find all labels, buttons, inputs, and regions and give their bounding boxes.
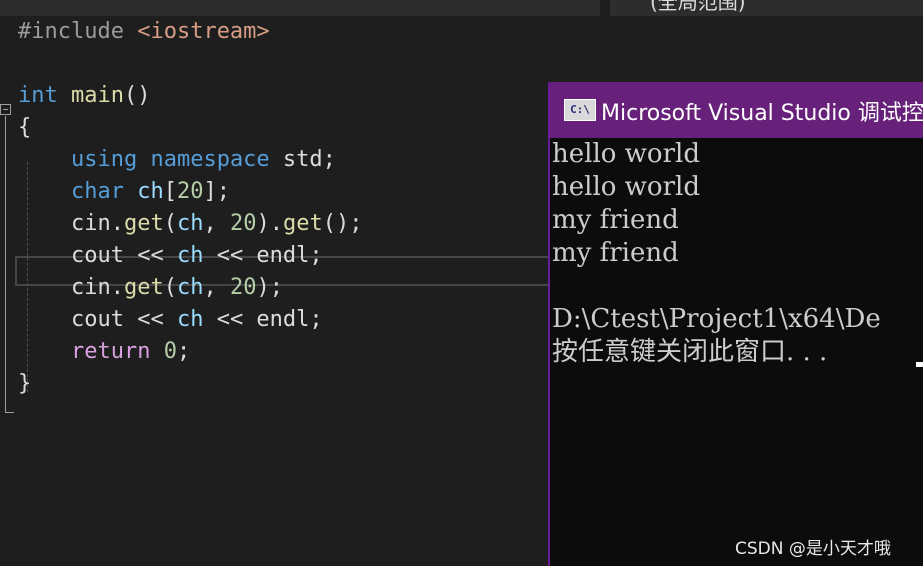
code-token: 20 xyxy=(229,275,257,300)
code-line[interactable]: #include <iostream> xyxy=(18,16,270,48)
code-token: } xyxy=(18,371,32,396)
console-title-bar[interactable]: C:\ Microsoft Visual Studio 调试控 xyxy=(550,82,923,138)
code-line[interactable]: { xyxy=(18,112,31,144)
code-token: ]; xyxy=(203,179,230,204)
console-output-line: D:\Ctest\Project1\x64\De xyxy=(552,304,881,334)
code-token: { xyxy=(18,115,32,140)
code-line[interactable]: cin.get(ch, 20).get(); xyxy=(18,208,363,240)
fold-guide-end xyxy=(5,412,14,413)
code-token: [ xyxy=(163,179,177,204)
code-line[interactable]: return 0; xyxy=(18,336,190,368)
code-token: ch xyxy=(137,179,164,204)
navigation-bar-separator xyxy=(600,0,610,16)
console-window-title: Microsoft Visual Studio 调试控 xyxy=(601,101,923,126)
debug-console-window[interactable]: C:\ Microsoft Visual Studio 调试控 hello wo… xyxy=(548,82,923,566)
code-token: #include xyxy=(18,19,138,44)
code-token: cin. xyxy=(18,211,124,236)
code-token: ( xyxy=(163,211,177,236)
watermark: CSDN @是小天才哦 xyxy=(735,539,891,559)
code-token: return xyxy=(70,339,164,364)
code-token: 0 xyxy=(163,339,177,364)
code-token: main xyxy=(70,83,124,108)
console-output-line: my friend xyxy=(552,238,679,268)
code-token: <iostream> xyxy=(137,19,270,44)
code-line[interactable]: int main() xyxy=(18,80,150,112)
fold-guide-line xyxy=(5,116,6,413)
console-output-line: my friend xyxy=(552,205,679,235)
code-token: ). xyxy=(256,211,283,236)
console-cursor xyxy=(916,362,923,367)
code-token: (); xyxy=(322,211,363,236)
scope-dropdown[interactable]: (全局范围) xyxy=(650,0,746,15)
code-line[interactable]: using namespace std; xyxy=(18,144,336,176)
code-token: using xyxy=(70,147,151,172)
code-line[interactable]: cin.get(ch, 20); xyxy=(18,272,283,304)
code-token: () xyxy=(123,83,151,108)
console-output-line: hello world xyxy=(552,139,700,169)
code-token: namespace xyxy=(150,147,283,172)
code-token: std; xyxy=(282,147,336,172)
console-output: hello world hello world my friend my fri… xyxy=(550,138,923,566)
code-token: 20 xyxy=(229,211,257,236)
code-token: ); xyxy=(256,275,283,300)
code-token: cin. xyxy=(18,275,124,300)
code-token: ch xyxy=(176,243,204,268)
code-token: ch xyxy=(176,275,204,300)
code-line[interactable]: } xyxy=(18,368,31,400)
console-output-line: 按任意键关闭此窗口. . . xyxy=(552,337,828,367)
code-token: ; xyxy=(176,339,191,364)
console-app-icon: C:\ xyxy=(564,99,596,121)
code-token: int xyxy=(18,83,71,108)
code-token: get xyxy=(282,211,323,236)
code-token: 20 xyxy=(176,179,204,204)
code-token: << endl; xyxy=(203,307,323,332)
editor-navigation-bar: (全局范围) xyxy=(0,0,923,16)
code-token: , xyxy=(203,211,230,236)
code-token: cout << xyxy=(18,307,177,332)
code-token: << endl; xyxy=(203,243,323,268)
code-token: char xyxy=(70,179,138,204)
code-token: cout << xyxy=(18,243,177,268)
code-token: ch xyxy=(176,211,204,236)
console-output-line: hello world xyxy=(552,172,700,202)
code-token: get xyxy=(123,275,164,300)
code-line[interactable]: char ch[20]; xyxy=(18,176,230,208)
code-token: ch xyxy=(176,307,204,332)
code-line[interactable]: cout << ch << endl; xyxy=(18,304,323,336)
collapse-toggle-icon[interactable] xyxy=(0,104,11,115)
code-token: get xyxy=(123,211,164,236)
code-token: , xyxy=(203,275,230,300)
code-token: ( xyxy=(163,275,177,300)
code-line[interactable]: cout << ch << endl; xyxy=(18,240,323,272)
